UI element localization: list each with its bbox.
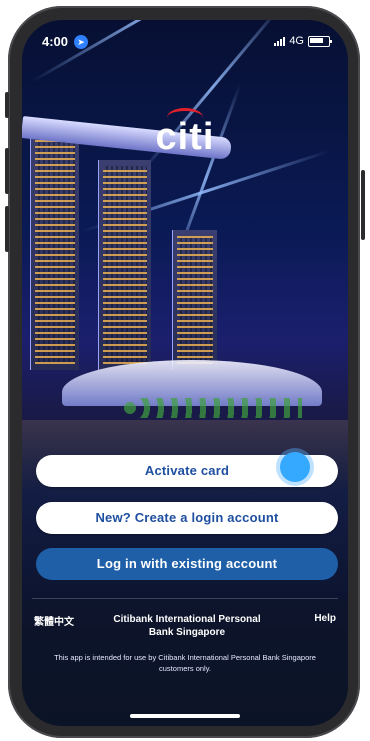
volume-down-side-button xyxy=(5,148,9,194)
status-time: 4:00 xyxy=(42,34,69,49)
network-status: 4G xyxy=(274,35,332,47)
logo-arc-icon xyxy=(167,108,203,127)
network-type: 4G xyxy=(289,35,304,47)
touch-indicator xyxy=(280,452,310,482)
language-switch-link[interactable]: 繁體中文 xyxy=(34,613,74,628)
create-login-account-button[interactable]: New? Create a login account xyxy=(36,502,338,534)
location-arrow-icon: ➤ xyxy=(74,35,88,49)
login-existing-account-button[interactable]: Log in with existing account xyxy=(36,548,338,580)
power-side-button xyxy=(361,170,365,240)
login-existing-account-label: Log in with existing account xyxy=(96,556,278,571)
volume-up-side-button xyxy=(5,92,9,118)
activate-card-label: Activate card xyxy=(144,463,230,478)
hotel-tower-left xyxy=(30,130,79,370)
hotel-tower-right xyxy=(172,230,217,370)
waterfront-trees xyxy=(122,398,302,418)
signal-strength-icon xyxy=(274,36,286,46)
help-link[interactable]: Help xyxy=(314,613,336,624)
home-indicator[interactable] xyxy=(130,714,240,718)
battery-icon xyxy=(308,35,332,47)
disclaimer-text: This app is intended for use by Citibank… xyxy=(54,653,316,673)
footer-divider xyxy=(32,598,338,599)
create-login-account-label: New? Create a login account xyxy=(95,510,279,525)
mute-side-button xyxy=(5,206,9,252)
status-bar: 4:00 ➤ 4G xyxy=(22,32,348,52)
citi-logo: citi xyxy=(22,108,348,159)
hotel-tower-middle xyxy=(98,160,151,370)
app-screen: 4:00 ➤ 4G citi Activate card New? Create… xyxy=(22,20,348,726)
bank-name: Citibank International Personal Bank Sin… xyxy=(113,614,261,638)
